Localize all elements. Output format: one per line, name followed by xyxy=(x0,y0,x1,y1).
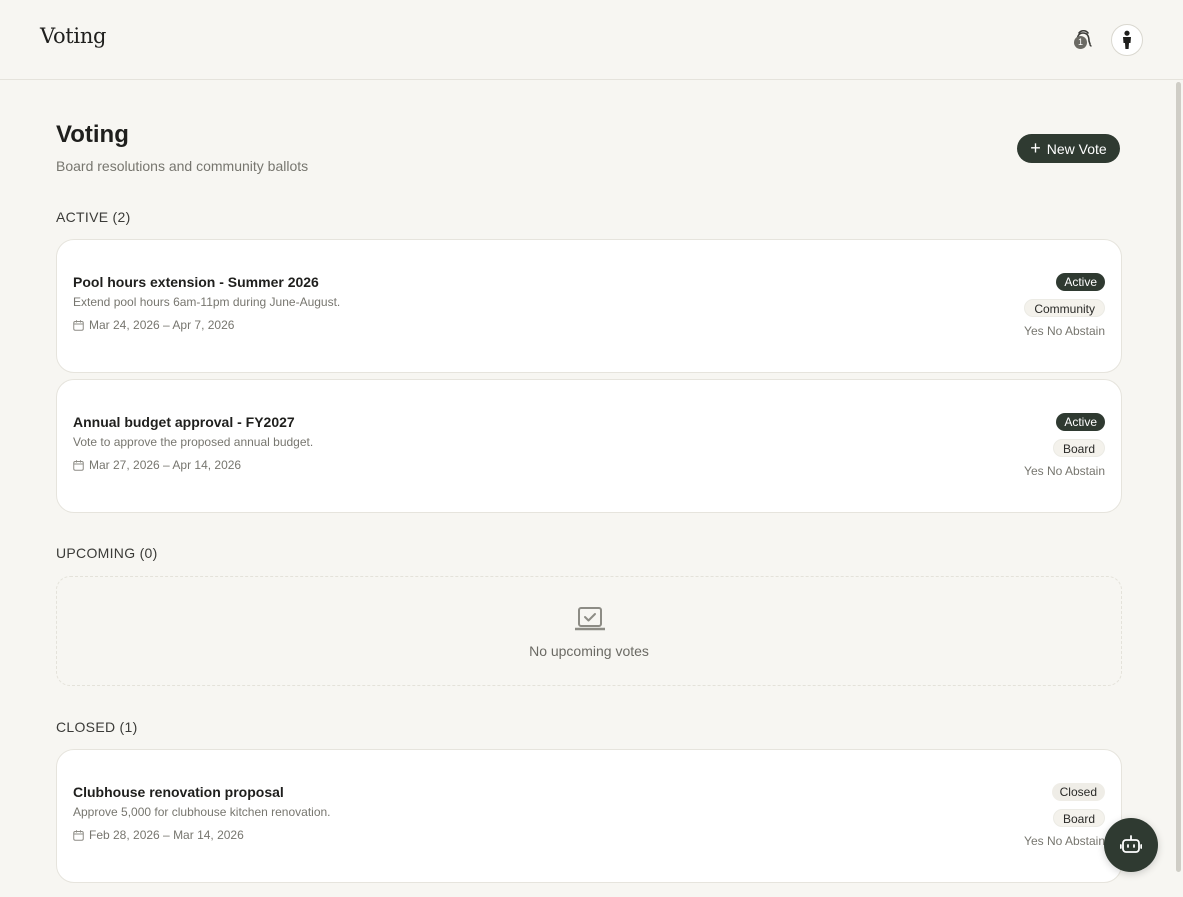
page-subtitle: Board resolutions and community ballots xyxy=(56,158,309,174)
app-brand: Voting xyxy=(40,24,107,48)
status-badge: Closed xyxy=(1051,783,1105,801)
vote-options: Yes No Abstain xyxy=(1024,464,1105,478)
notifications-button[interactable]: 1 xyxy=(1068,28,1094,52)
vote-options: Yes No Abstain xyxy=(1024,324,1105,338)
vote-title: Pool hours extension - Summer 2026 xyxy=(73,274,319,290)
new-vote-button[interactable]: + New Vote xyxy=(1017,134,1120,163)
section-active-label: ACTIVE (2) xyxy=(56,209,131,225)
vote-description: Approve 5,000 for clubhouse kitchen reno… xyxy=(73,805,331,819)
vote-description: Vote to approve the proposed annual budg… xyxy=(73,435,314,449)
status-badge: Active xyxy=(1056,273,1105,291)
plus-icon: + xyxy=(1030,138,1041,158)
type-badge: Board xyxy=(1052,809,1105,827)
vote-dates: Mar 27, 2026 – Apr 14, 2026 xyxy=(89,458,242,472)
vote-card[interactable]: Pool hours extension - Summer 2026 Exten… xyxy=(56,239,1122,373)
page-title: Voting xyxy=(56,121,129,148)
section-closed-label: CLOSED (1) xyxy=(56,719,138,735)
status-badge: Active xyxy=(1056,413,1105,431)
calendar-icon xyxy=(73,320,84,331)
ballot-box-icon xyxy=(575,607,605,631)
user-avatar[interactable] xyxy=(1111,24,1143,56)
vote-dates: Feb 28, 2026 – Mar 14, 2026 xyxy=(89,828,244,842)
scrollbar[interactable] xyxy=(1176,82,1181,872)
empty-state-text: No upcoming votes xyxy=(529,643,649,659)
section-upcoming-label: UPCOMING (0) xyxy=(56,545,158,561)
upcoming-empty-state: No upcoming votes xyxy=(56,576,1122,686)
calendar-icon xyxy=(73,460,84,471)
vote-title: Clubhouse renovation proposal xyxy=(73,784,284,800)
top-bar: Voting 1 xyxy=(0,0,1183,80)
notification-badge: 1 xyxy=(1074,36,1087,49)
vote-options: Yes No Abstain xyxy=(1024,834,1105,848)
robot-icon xyxy=(1120,835,1142,853)
vote-card[interactable]: Annual budget approval - FY2027 Vote to … xyxy=(56,379,1122,513)
vote-description: Extend pool hours 6am-11pm during June-A… xyxy=(73,295,341,309)
new-vote-label: New Vote xyxy=(1046,140,1107,157)
type-badge: Community xyxy=(1024,299,1105,317)
vote-dates: Mar 24, 2026 – Apr 7, 2026 xyxy=(89,318,235,332)
type-badge: Board xyxy=(1052,439,1105,457)
person-icon xyxy=(1123,30,1131,49)
vote-title: Annual budget approval - FY2027 xyxy=(73,414,295,430)
assistant-button[interactable] xyxy=(1104,818,1158,872)
vote-card[interactable]: Clubhouse renovation proposal Approve 5,… xyxy=(56,749,1122,883)
calendar-icon xyxy=(73,830,84,841)
